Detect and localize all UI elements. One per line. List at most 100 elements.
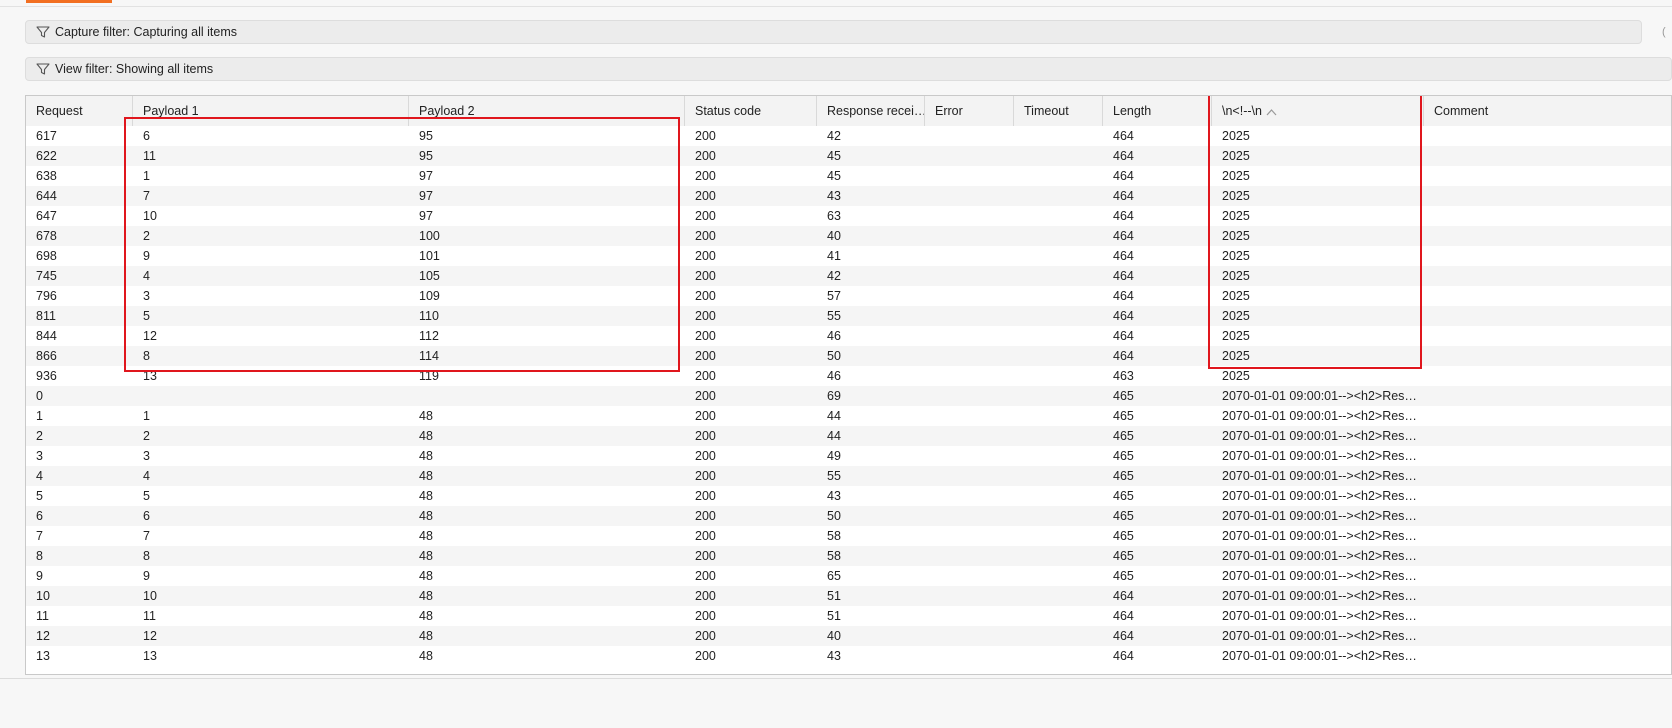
bottom-panel <box>0 678 1672 728</box>
table-row[interactable]: 13 13 48 200 43 464 2070-01-01 09:00:01--><h2>… <box>26 646 1671 666</box>
cell-payload-2: 119 <box>419 369 439 383</box>
table-row[interactable]: 12 12 48 200 40 464 2070-01-01 09:00:01--><h2>… <box>26 626 1671 646</box>
cell-timeout <box>1014 126 1103 146</box>
table-row[interactable]: 796 3 109 200 57 464 2025 <box>26 286 1671 306</box>
cell-request: 698 <box>36 249 57 263</box>
cell-request: 811 <box>36 309 56 323</box>
table-row[interactable]: 2 2 48 200 44 465 2070-01-01 09:00:01--><h2>Re… <box>26 426 1671 446</box>
cell-error <box>925 226 1014 246</box>
cell-grep-comment-marker: 2025 <box>1222 349 1250 363</box>
cell-grep-comment-marker: 2025 <box>1222 289 1250 303</box>
cell-request: 11 <box>36 609 49 623</box>
cell-status-code: 200 <box>695 649 716 663</box>
cell-grep-comment-marker: 2070-01-01 09:00:01--><h2>Res… <box>1222 609 1417 623</box>
cell-comment <box>1424 566 1671 586</box>
cell-payload-1: 6 <box>143 129 150 143</box>
cell-grep-comment-marker: 2025 <box>1222 369 1250 383</box>
column-header-length[interactable]: Length <box>1103 96 1212 126</box>
cell-error <box>925 646 1014 666</box>
view-filter-bar[interactable]: View filter: Showing all items <box>25 57 1672 81</box>
table-row[interactable]: 678 2 100 200 40 464 2025 <box>26 226 1671 246</box>
table-row[interactable]: 7 7 48 200 58 465 2070-01-01 09:00:01--><h2>Re… <box>26 526 1671 546</box>
table-row[interactable]: 6 6 48 200 50 465 2070-01-01 09:00:01--><h2>Re… <box>26 506 1671 526</box>
cell-response-received: 63 <box>827 209 841 223</box>
column-header-request[interactable]: Request <box>26 96 133 126</box>
table-row[interactable]: 11 11 48 200 51 464 2070-01-01 09:00:01--><h2>… <box>26 606 1671 626</box>
cell-error <box>925 186 1014 206</box>
cell-payload-2: 48 <box>419 449 433 463</box>
cell-payload-1: 12 <box>143 329 157 343</box>
table-row[interactable]: 647 10 97 200 63 464 2025 <box>26 206 1671 226</box>
cell-response-received: 58 <box>827 529 841 543</box>
cell-comment <box>1424 386 1671 406</box>
column-header-payload-2[interactable]: Payload 2 <box>409 96 685 126</box>
table-row[interactable]: 0 200 69 465 2070-01-01 09:00:01--><h2>Res… <box>26 386 1671 406</box>
cell-status-code: 200 <box>695 489 716 503</box>
table-row[interactable]: 1 1 48 200 44 465 2070-01-01 09:00:01--><h2>Re… <box>26 406 1671 426</box>
column-header-comment[interactable]: Comment <box>1424 96 1671 126</box>
table-row[interactable]: 698 9 101 200 41 464 2025 <box>26 246 1671 266</box>
cell-request: 1 <box>36 409 43 423</box>
cell-status-code: 200 <box>695 429 716 443</box>
column-header-error[interactable]: Error <box>925 96 1014 126</box>
cell-response-received: 69 <box>827 389 841 403</box>
cell-payload-2: 97 <box>419 169 433 183</box>
table-row[interactable]: 936 13 119 200 46 463 2025 <box>26 366 1671 386</box>
column-header-label: Response recei… <box>827 104 925 118</box>
view-filter-label: View filter: Showing all items <box>55 62 214 76</box>
cell-payload-2 <box>409 386 685 406</box>
cell-timeout <box>1014 306 1103 326</box>
column-header-response-received[interactable]: Response recei… <box>817 96 925 126</box>
cell-grep-comment-marker: 2025 <box>1222 169 1250 183</box>
table-row[interactable]: 644 7 97 200 43 464 2025 <box>26 186 1671 206</box>
table-row[interactable]: 3 3 48 200 49 465 2070-01-01 09:00:01--><h2>Re… <box>26 446 1671 466</box>
cell-length: 465 <box>1113 509 1134 523</box>
table-row[interactable]: 9 9 48 200 65 465 2070-01-01 09:00:01--><h2>Re… <box>26 566 1671 586</box>
column-header-label: Timeout <box>1024 104 1069 118</box>
cell-response-received: 58 <box>827 549 841 563</box>
column-header-payload-1[interactable]: Payload 1 <box>133 96 409 126</box>
cell-length: 465 <box>1113 529 1134 543</box>
cell-length: 464 <box>1113 209 1134 223</box>
cell-request: 4 <box>36 469 43 483</box>
cell-error <box>925 626 1014 646</box>
table-row[interactable]: 866 8 114 200 50 464 2025 <box>26 346 1671 366</box>
cell-comment <box>1424 186 1671 206</box>
table-row[interactable]: 811 5 110 200 55 464 2025 <box>26 306 1671 326</box>
cell-length: 464 <box>1113 189 1134 203</box>
cell-payload-1: 13 <box>143 369 157 383</box>
cell-grep-comment-marker: 2070-01-01 09:00:01--><h2>Res… <box>1222 429 1417 443</box>
cell-request: 13 <box>36 649 50 663</box>
table-row[interactable]: 844 12 112 200 46 464 2025 <box>26 326 1671 346</box>
cell-request: 2 <box>36 429 43 443</box>
cell-grep-comment-marker: 2070-01-01 09:00:01--><h2>Res… <box>1222 509 1417 523</box>
cell-grep-comment-marker: 2070-01-01 09:00:01--><h2>Res… <box>1222 589 1417 603</box>
column-header-grep-comment-marker[interactable]: \n<!--\n <box>1212 96 1424 126</box>
table-row[interactable]: 8 8 48 200 58 465 2070-01-01 09:00:01--><h2>Re… <box>26 546 1671 566</box>
cell-payload-2: 48 <box>419 469 433 483</box>
cell-payload-2: 101 <box>419 249 440 263</box>
column-header-timeout[interactable]: Timeout <box>1014 96 1103 126</box>
column-header-label: Request <box>36 104 83 118</box>
capture-filter-bar[interactable]: Capture filter: Capturing all items <box>25 20 1642 44</box>
top-tab-strip <box>0 0 1672 7</box>
cell-response-received: 43 <box>827 189 841 203</box>
table-row[interactable]: 622 11 95 200 45 464 2025 <box>26 146 1671 166</box>
table-row[interactable]: 5 5 48 200 43 465 2070-01-01 09:00:01--><h2>Re… <box>26 486 1671 506</box>
table-row[interactable]: 10 10 48 200 51 464 2070-01-01 09:00:01--><h2>… <box>26 586 1671 606</box>
cell-timeout <box>1014 386 1103 406</box>
cell-timeout <box>1014 286 1103 306</box>
cell-comment <box>1424 526 1671 546</box>
table-row[interactable]: 745 4 105 200 42 464 2025 <box>26 266 1671 286</box>
cell-payload-1: 3 <box>143 289 150 303</box>
cell-payload-2: 48 <box>419 609 433 623</box>
funnel-icon <box>36 62 50 76</box>
table-row[interactable]: 617 6 95 200 42 464 2025 <box>26 126 1671 146</box>
column-header-status-code[interactable]: Status code <box>685 96 817 126</box>
table-row[interactable]: 4 4 48 200 55 465 2070-01-01 09:00:01--><h2>Re… <box>26 466 1671 486</box>
cell-payload-2: 114 <box>419 349 439 363</box>
table-row[interactable]: 638 1 97 200 45 464 2025 <box>26 166 1671 186</box>
cell-response-received: 45 <box>827 169 841 183</box>
cell-status-code: 200 <box>695 149 716 163</box>
cell-comment <box>1424 506 1671 526</box>
